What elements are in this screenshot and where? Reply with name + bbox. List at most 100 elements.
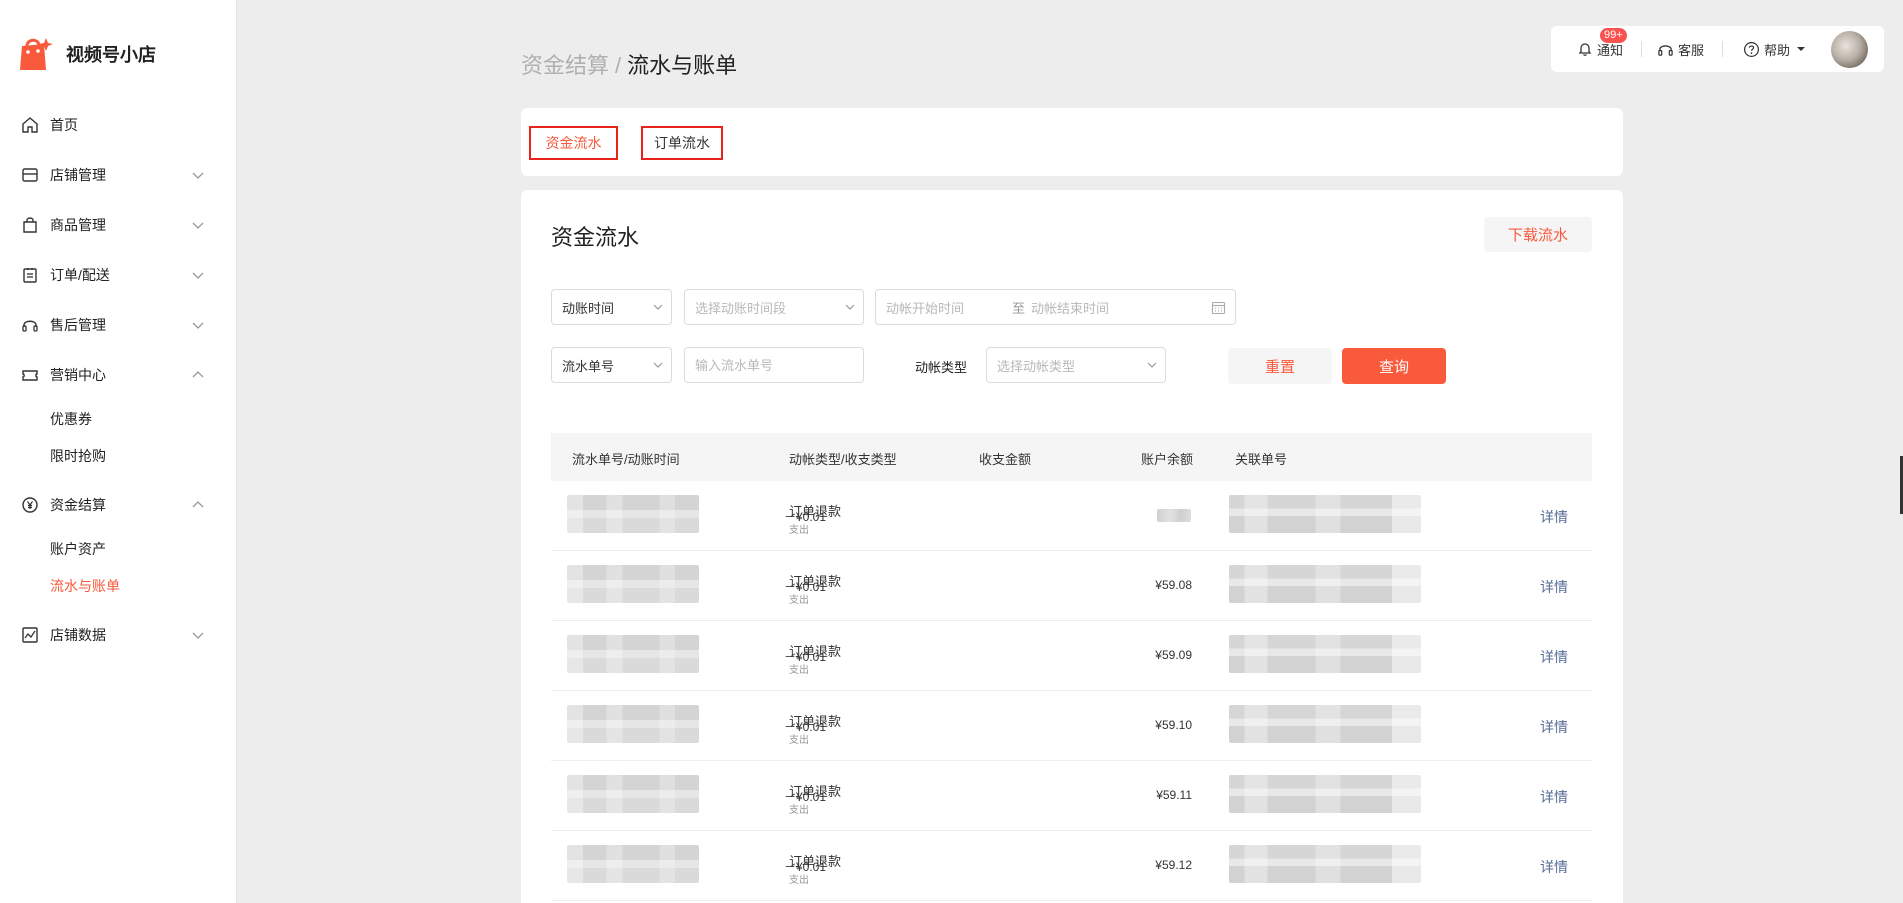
- date-range-picker[interactable]: 动帐开始时间 至 动帐结束时间: [875, 289, 1236, 325]
- store-icon: [20, 165, 40, 185]
- sidebar-item-aftersales[interactable]: 售后管理: [0, 300, 237, 350]
- user-avatar[interactable]: [1831, 30, 1869, 68]
- headset-icon: [20, 315, 40, 335]
- time-range-placeholder: 选择动账时间段: [695, 300, 787, 316]
- tab-order-flow[interactable]: 订单流水: [641, 126, 723, 160]
- sidebar-item-label: 店铺数据: [50, 627, 106, 643]
- reset-button[interactable]: 重置: [1228, 348, 1332, 384]
- detail-link[interactable]: 详情: [1540, 857, 1568, 877]
- notification-badge: 99+: [1600, 27, 1627, 43]
- tabs-card: 资金流水 订单流水: [521, 108, 1623, 176]
- chart-icon: [20, 625, 40, 645]
- column-header: 账户余额: [1141, 452, 1194, 467]
- redacted-related-id: [1229, 775, 1421, 813]
- balance: ¥59.08: [1155, 578, 1192, 592]
- redacted-flow-id: [567, 495, 699, 533]
- sidebar-item-label: 订单/配送: [50, 267, 110, 283]
- amount: －¥0.01: [783, 650, 826, 664]
- balance: ¥59.12: [1155, 858, 1192, 872]
- redacted-flow-id: [567, 775, 699, 813]
- table-row: 订单退款 支出 －¥0.01 ¥59.10 详情: [551, 691, 1592, 761]
- balance: ¥59.09: [1155, 648, 1192, 662]
- change-type-select[interactable]: 选择动帐类型: [986, 347, 1166, 383]
- sidebar-item-label: 售后管理: [50, 317, 106, 333]
- flow-id-input[interactable]: [695, 357, 863, 373]
- chevron-down-icon: [653, 304, 663, 310]
- sidebar-item-orders[interactable]: 订单/配送: [0, 250, 237, 300]
- headset-icon: [1658, 44, 1673, 56]
- table-row: 订单退款 支出 －¥0.01 详情: [551, 481, 1592, 551]
- table-row: 订单退款 支出 －¥0.01 ¥59.08 详情: [551, 551, 1592, 621]
- query-button[interactable]: 查询: [1342, 348, 1446, 384]
- change-type-placeholder: 选择动帐类型: [997, 358, 1076, 374]
- chevron-down-icon: [845, 304, 855, 310]
- sidebar-item-marketing[interactable]: 营销中心: [0, 350, 237, 400]
- chevron-down-icon: [192, 632, 204, 639]
- brand[interactable]: 视频号小店: [16, 34, 156, 74]
- redacted-related-id: [1229, 705, 1421, 743]
- fund-flow-card: 资金流水 下载流水 动账时间 选择动账时间段 动帐开始时间 至 动帐结束时间 流…: [521, 190, 1623, 903]
- redacted-flow-id: [567, 705, 699, 743]
- detail-link[interactable]: 详情: [1540, 787, 1568, 807]
- bell-icon: [1578, 43, 1592, 56]
- redacted-related-id: [1229, 495, 1421, 533]
- redacted-flow-id: [567, 565, 699, 603]
- redacted-flow-id: [567, 845, 699, 883]
- chevron-up-icon: [192, 371, 204, 378]
- detail-link[interactable]: 详情: [1540, 717, 1568, 737]
- detail-link[interactable]: 详情: [1540, 507, 1568, 527]
- sidebar-item-store-data[interactable]: 店铺数据: [0, 610, 237, 660]
- breadcrumb: 资金结算 / 流水与账单: [521, 48, 737, 80]
- shop-bag-logo-icon: [20, 38, 53, 70]
- bag-icon: [20, 215, 40, 235]
- help-menu-button[interactable]: 帮助: [1743, 40, 1806, 59]
- detail-link[interactable]: 详情: [1540, 577, 1568, 597]
- home-icon: [20, 115, 40, 135]
- amount: －¥0.01: [783, 860, 826, 874]
- flow-id-input-field[interactable]: [684, 347, 864, 383]
- customer-service-button[interactable]: 客服: [1657, 40, 1704, 59]
- notification-button[interactable]: 通知 99+: [1577, 27, 1627, 59]
- time-type-value: 动账时间: [562, 300, 615, 316]
- toolbar-divider: [1722, 41, 1724, 57]
- end-date-placeholder: 动帐结束时间: [1031, 300, 1110, 316]
- id-type-select[interactable]: 流水单号: [551, 347, 672, 383]
- top-toolbar: 通知 99+ 客服 帮助: [1551, 26, 1884, 72]
- sidebar-item-products[interactable]: 商品管理: [0, 200, 237, 250]
- sidebar-item-home[interactable]: 首页: [0, 100, 237, 150]
- start-date-placeholder: 动帐开始时间: [886, 300, 965, 316]
- sidebar-item-label: 首页: [50, 117, 78, 133]
- table-row: 订单退款 支出 －¥0.01 ¥59.09 详情: [551, 621, 1592, 691]
- redacted-flow-id: [567, 635, 699, 673]
- column-header: 动帐类型/收支类型: [789, 452, 897, 467]
- brand-name: 视频号小店: [66, 45, 156, 65]
- sidebar-subitem-coupons[interactable]: 优惠券: [0, 400, 237, 437]
- change-type-label: 动帐类型: [915, 360, 968, 375]
- table-header: 流水单号/动账时间 动帐类型/收支类型 收支金额 账户余额 关联单号: [551, 433, 1592, 481]
- time-type-select[interactable]: 动账时间: [551, 289, 672, 325]
- sidebar-item-settlement[interactable]: 资金结算: [0, 480, 237, 530]
- redacted-related-id: [1229, 635, 1421, 673]
- column-header: 收支金额: [979, 452, 1032, 467]
- fund-flow-table: 流水单号/动账时间 动帐类型/收支类型 收支金额 账户余额 关联单号 订单退款 …: [551, 433, 1592, 901]
- range-separator: 至: [1012, 300, 1026, 316]
- sidebar-subitem-account-assets[interactable]: 账户资产: [0, 530, 237, 567]
- time-range-select[interactable]: 选择动账时间段: [684, 289, 864, 325]
- sidebar-subitem-flow-and-bills[interactable]: 流水与账单: [0, 567, 237, 604]
- column-header: 流水单号/动账时间: [572, 452, 680, 467]
- balance: ¥59.10: [1155, 718, 1192, 732]
- download-flow-button[interactable]: 下载流水: [1484, 217, 1592, 252]
- sidebar-subitem-flash-sale[interactable]: 限时抢购: [0, 437, 237, 474]
- detail-link[interactable]: 详情: [1540, 647, 1568, 667]
- caret-down-icon: [1797, 47, 1806, 51]
- breadcrumb-separator: /: [615, 53, 622, 78]
- sidebar: 视频号小店 首页 店铺管理 商品管理 订单/配送 售后管理 营销中心 优惠券 限…: [0, 0, 237, 903]
- sidebar-item-store[interactable]: 店铺管理: [0, 150, 237, 200]
- column-header: 关联单号: [1235, 452, 1288, 467]
- card-title: 资金流水: [551, 225, 640, 250]
- chevron-down-icon: [192, 322, 204, 329]
- balance: ¥59.11: [1156, 788, 1192, 802]
- breadcrumb-current: 流水与账单: [627, 53, 738, 78]
- breadcrumb-parent[interactable]: 资金结算: [521, 53, 609, 78]
- tab-fund-flow[interactable]: 资金流水: [529, 126, 618, 160]
